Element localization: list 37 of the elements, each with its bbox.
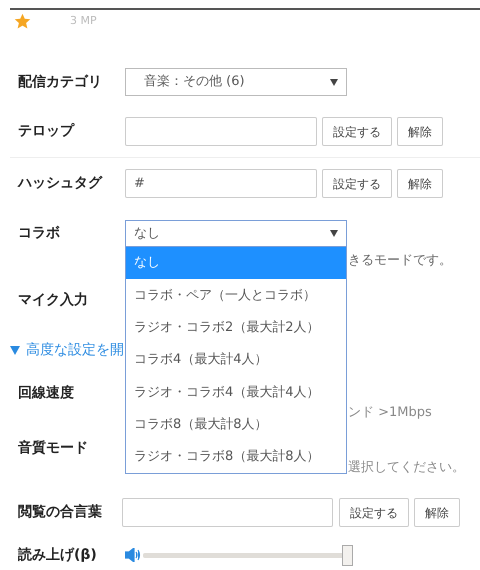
triangle-icon <box>10 346 20 354</box>
star-icon <box>14 12 31 30</box>
resolution-text: 3 MP <box>70 12 97 29</box>
field-label: コラボ <box>18 224 61 243</box>
field-label: 閲覧の合言葉 <box>18 502 103 522</box>
text-field[interactable] <box>125 117 317 146</box>
dropdown-option[interactable]: コラボ8（最大計8人） <box>126 408 346 441</box>
category-select[interactable]: 音楽：その他 (6) <box>125 68 347 96</box>
set-button[interactable]: 設定する <box>339 498 409 527</box>
field-label: マイク入力 <box>18 290 89 310</box>
dropdown-option[interactable]: ラジオ・コラボ4（最大計4人） <box>126 376 346 408</box>
dropdown-option[interactable]: ラジオ・コラボ2（最大計2人） <box>126 312 346 344</box>
collab-select[interactable]: なし <box>125 220 347 247</box>
caret-icon <box>330 230 338 237</box>
clear-button[interactable]: 解除 <box>397 117 443 146</box>
text-field[interactable]: # <box>125 169 317 198</box>
field-label: ハッシュタグ <box>18 174 104 193</box>
slider-handle[interactable] <box>342 544 353 566</box>
dropdown-option[interactable]: ラジオ・コラボ8（最大計8人） <box>126 440 346 474</box>
caret-icon <box>330 78 338 86</box>
help-text: ンド >1Mbps <box>348 404 432 422</box>
clear-button[interactable]: 解除 <box>414 498 460 527</box>
field-label: 読み上げ(β) <box>18 546 98 564</box>
field-label: テロップ <box>18 122 76 141</box>
dropdown-option[interactable]: コラボ・ペア（一人とコラボ） <box>126 279 346 312</box>
text-field[interactable] <box>122 498 333 527</box>
field-label: 回線速度 <box>18 384 75 402</box>
clear-button[interactable]: 解除 <box>397 169 443 198</box>
set-button[interactable]: 設定する <box>322 117 392 146</box>
dropdown-option[interactable]: コラボ4（最大計4人） <box>126 344 346 376</box>
help-text: 選択してください。 <box>348 459 465 478</box>
set-button[interactable]: 設定する <box>322 169 392 198</box>
help-text: きるモードです。 <box>348 252 452 270</box>
field-label: 配信カテゴリ <box>18 72 103 92</box>
advanced-toggle-link[interactable]: 高度な設定を開 <box>10 340 124 360</box>
speaker-icon <box>125 548 141 562</box>
field-label: 音質モード <box>18 438 89 458</box>
